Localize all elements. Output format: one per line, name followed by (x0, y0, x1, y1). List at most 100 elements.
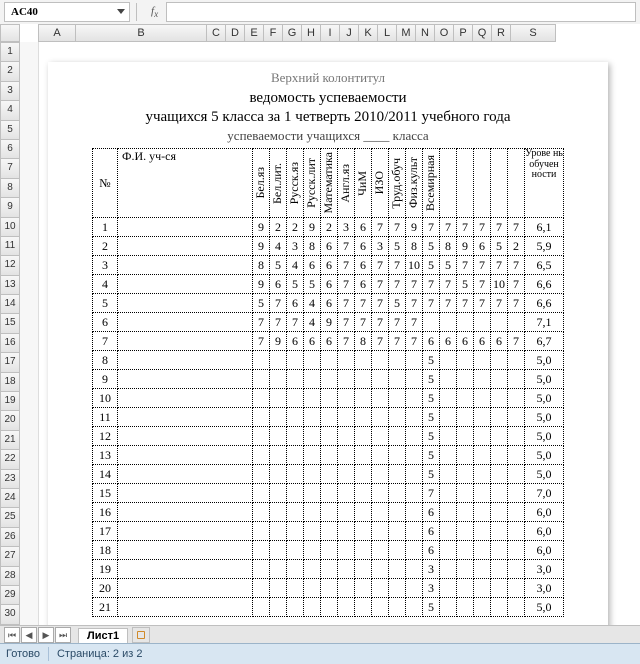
cell-grade[interactable] (304, 408, 321, 427)
cell-level[interactable]: 5,0 (525, 446, 564, 465)
cell-grade[interactable] (491, 522, 508, 541)
cell-fio[interactable] (118, 332, 253, 351)
cell-grade[interactable]: 7 (457, 256, 474, 275)
cell-fio[interactable] (118, 598, 253, 617)
cell-grade[interactable] (474, 522, 491, 541)
cell-grade[interactable] (287, 389, 304, 408)
row-header[interactable]: 16 (0, 334, 20, 353)
col-header-K[interactable]: K (359, 24, 378, 42)
cell-grade[interactable] (321, 579, 338, 598)
name-box[interactable]: AC40 (4, 2, 130, 22)
cell-fio[interactable] (118, 503, 253, 522)
grades-table[interactable]: № Ф.И. уч-ся Бел.язБел.лит.Русск.язРусск… (92, 148, 564, 617)
cell-num[interactable]: 20 (93, 579, 118, 598)
cell-grade[interactable] (457, 389, 474, 408)
cell-grade[interactable]: 7 (253, 332, 270, 351)
cell-grade[interactable]: 7 (423, 275, 440, 294)
cell-grade[interactable]: 7 (457, 218, 474, 237)
cell-fio[interactable] (118, 484, 253, 503)
cell-grade[interactable] (355, 408, 372, 427)
tab-prev-icon[interactable]: ◀ (21, 627, 37, 643)
cell-grade[interactable]: 7 (372, 294, 389, 313)
cell-grade[interactable] (287, 560, 304, 579)
fx-icon[interactable]: fx (151, 5, 158, 19)
cell-grade[interactable] (372, 503, 389, 522)
cell-grade[interactable] (287, 579, 304, 598)
cell-grade[interactable] (389, 598, 406, 617)
cell-grade[interactable] (491, 484, 508, 503)
cell-grade[interactable]: 6 (355, 237, 372, 256)
cell-level[interactable]: 6,6 (525, 275, 564, 294)
cell-grade[interactable] (253, 541, 270, 560)
cell-level[interactable]: 3,0 (525, 579, 564, 598)
cell-grade[interactable] (440, 522, 457, 541)
cell-grade[interactable] (491, 370, 508, 389)
cell-grade[interactable] (406, 503, 423, 522)
cell-grade[interactable]: 8 (355, 332, 372, 351)
cell-grade[interactable] (253, 522, 270, 541)
cell-fio[interactable] (118, 560, 253, 579)
cell-grade[interactable]: 8 (304, 237, 321, 256)
row-header[interactable]: 13 (0, 276, 20, 295)
cell-fio[interactable] (118, 294, 253, 313)
cell-grade[interactable] (270, 465, 287, 484)
cell-grade[interactable] (406, 465, 423, 484)
cell-grade[interactable] (253, 560, 270, 579)
table-row[interactable]: 1577,0 (93, 484, 564, 503)
cell-fio[interactable] (118, 408, 253, 427)
cell-num[interactable]: 3 (93, 256, 118, 275)
cell-grade[interactable]: 9 (457, 237, 474, 256)
cell-grade[interactable] (423, 313, 440, 332)
table-row[interactable]: 2155,0 (93, 598, 564, 617)
table-row[interactable]: 1933,0 (93, 560, 564, 579)
cell-grade[interactable] (287, 446, 304, 465)
cell-grade[interactable]: 5 (423, 237, 440, 256)
table-row[interactable]: 1766,0 (93, 522, 564, 541)
cell-grade[interactable] (270, 541, 287, 560)
cell-fio[interactable] (118, 427, 253, 446)
cell-grade[interactable] (508, 503, 525, 522)
cell-grade[interactable] (406, 598, 423, 617)
cell-grade[interactable]: 5 (423, 446, 440, 465)
cell-grade[interactable]: 7 (474, 218, 491, 237)
cell-grade[interactable] (457, 446, 474, 465)
cell-grade[interactable] (406, 389, 423, 408)
cell-grade[interactable]: 7 (491, 218, 508, 237)
cell-fio[interactable] (118, 313, 253, 332)
cell-grade[interactable] (389, 579, 406, 598)
cell-grade[interactable] (253, 427, 270, 446)
cell-num[interactable]: 11 (93, 408, 118, 427)
cell-grade[interactable]: 7 (270, 294, 287, 313)
cell-grade[interactable] (508, 560, 525, 579)
cell-grade[interactable]: 9 (253, 275, 270, 294)
cell-grade[interactable]: 6 (423, 522, 440, 541)
table-row[interactable]: 1155,0 (93, 408, 564, 427)
cell-fio[interactable] (118, 370, 253, 389)
cell-grade[interactable] (338, 541, 355, 560)
add-sheet-button[interactable] (132, 627, 150, 643)
row-header[interactable]: 30 (0, 605, 20, 624)
cell-grade[interactable] (491, 579, 508, 598)
cell-num[interactable]: 8 (93, 351, 118, 370)
cell-grade[interactable] (287, 370, 304, 389)
formula-input[interactable] (166, 2, 636, 22)
cell-grade[interactable]: 7 (372, 256, 389, 275)
cell-grade[interactable] (355, 389, 372, 408)
cell-grade[interactable]: 7 (508, 218, 525, 237)
cell-grade[interactable] (338, 389, 355, 408)
cell-fio[interactable] (118, 256, 253, 275)
cell-grade[interactable] (457, 503, 474, 522)
cell-grade[interactable]: 7 (423, 294, 440, 313)
cell-grade[interactable] (338, 446, 355, 465)
cell-grade[interactable] (253, 370, 270, 389)
col-header-L[interactable]: L (378, 24, 397, 42)
col-header-D[interactable]: D (226, 24, 245, 42)
cell-grade[interactable] (372, 351, 389, 370)
col-header-R[interactable]: R (492, 24, 511, 42)
table-row[interactable]: 955,0 (93, 370, 564, 389)
cell-grade[interactable]: 5 (423, 598, 440, 617)
col-header-E[interactable]: E (245, 24, 264, 42)
cell-fio[interactable] (118, 541, 253, 560)
cell-grade[interactable] (270, 389, 287, 408)
cell-grade[interactable] (508, 579, 525, 598)
